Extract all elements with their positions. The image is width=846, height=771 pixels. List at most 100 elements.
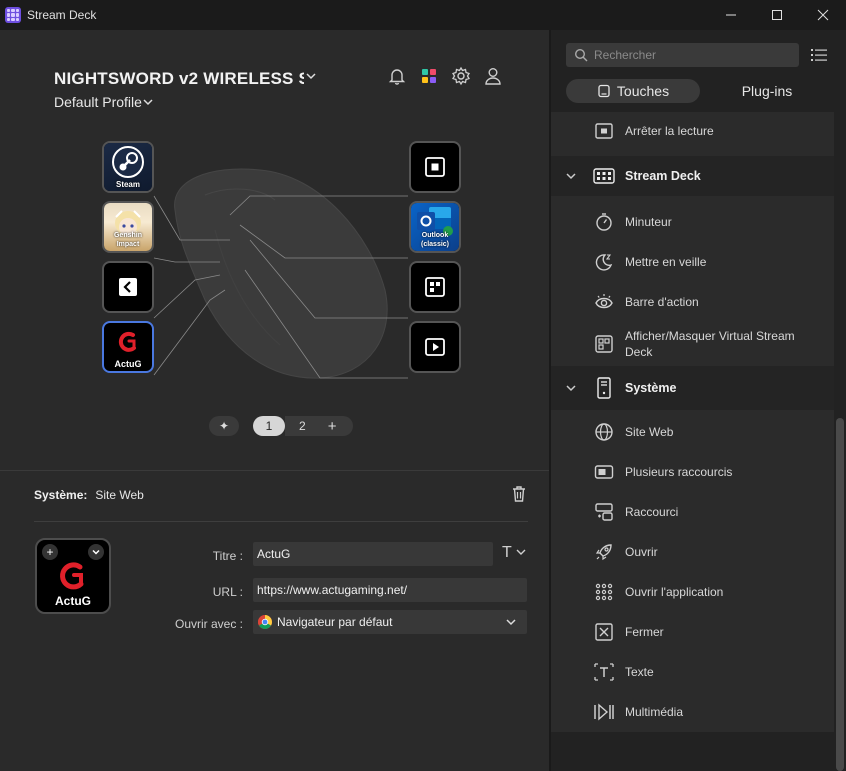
search-input[interactable] <box>594 48 784 62</box>
key-label: Genshin Impact <box>113 232 142 248</box>
sleep-icon <box>593 251 615 273</box>
tab-touches[interactable]: Touches <box>566 79 700 103</box>
page-1-button[interactable]: 1 <box>253 416 285 436</box>
close-button[interactable] <box>800 0 846 30</box>
trash-icon[interactable] <box>510 485 528 503</box>
tab-plugins[interactable]: Plug-ins <box>700 79 834 103</box>
title-input-field[interactable] <box>257 547 493 561</box>
maximize-button[interactable] <box>754 0 800 30</box>
profile-selector[interactable]: Default Profile <box>54 94 142 110</box>
key-media[interactable] <box>409 321 461 373</box>
key-tab-icon <box>598 84 610 98</box>
list-item-label: Ouvrir <box>625 545 658 559</box>
list-item-timer[interactable]: Minuteur <box>551 202 834 242</box>
category-stream-deck[interactable]: Stream Deck <box>551 156 834 196</box>
search-icon <box>574 48 588 62</box>
key-outlook[interactable]: Outlook (classic) <box>409 201 461 253</box>
minimize-icon <box>726 14 736 16</box>
open-with-label: Ouvrir avec : <box>174 617 243 631</box>
eye-icon <box>593 291 615 313</box>
text-icon <box>593 661 615 683</box>
chevron-down-icon <box>92 549 100 555</box>
list-item-label: Ouvrir l'application <box>625 585 724 599</box>
pin-page-button[interactable]: ✦ <box>209 416 239 436</box>
url-input-field[interactable] <box>257 583 527 597</box>
url-label: URL : <box>212 585 243 599</box>
stream-deck-icon <box>593 165 615 187</box>
search-box[interactable] <box>566 43 799 67</box>
category-systeme[interactable]: Système <box>551 366 834 410</box>
key-label: Steam <box>115 180 140 189</box>
apps-grid-icon <box>593 581 615 603</box>
list-item-open[interactable]: Ouvrir <box>551 532 834 572</box>
key-actug[interactable]: ActuG <box>102 321 154 373</box>
key-stop[interactable] <box>409 141 461 193</box>
chevron-down-icon[interactable] <box>305 70 317 82</box>
list-item-action-bar[interactable]: Barre d'action <box>551 282 834 322</box>
virtual-deck-icon <box>593 333 615 355</box>
action-name: Site Web <box>95 488 144 502</box>
chevron-down-icon <box>506 619 516 626</box>
stop-icon <box>425 157 445 177</box>
list-item-label: Texte <box>625 665 654 679</box>
list-item-label: Arrêter la lecture <box>625 124 714 138</box>
globe-icon <box>593 421 615 443</box>
list-view-icon[interactable] <box>810 47 828 63</box>
add-page-button[interactable]: + <box>328 418 337 435</box>
actug-icon <box>60 562 84 590</box>
list-item-open-app[interactable]: Ouvrir l'application <box>551 572 834 612</box>
user-icon[interactable] <box>481 64 505 88</box>
key-preview[interactable]: + ActuG <box>35 538 111 614</box>
chevron-down-icon <box>566 385 576 392</box>
list-item-stop-playback[interactable]: Arrêter la lecture <box>551 112 834 150</box>
marketplace-icon[interactable] <box>417 64 441 88</box>
maximize-icon <box>772 10 782 20</box>
minimize-button[interactable] <box>708 0 754 30</box>
list-item-website[interactable]: Site Web <box>551 412 834 452</box>
title-format-button[interactable]: T <box>502 544 526 562</box>
window-title: Stream Deck <box>27 8 97 22</box>
media-icon <box>425 338 445 356</box>
chevron-down-icon[interactable] <box>142 96 154 108</box>
key-virtual-deck[interactable] <box>409 261 461 313</box>
open-with-value: Navigateur par défaut <box>277 615 393 629</box>
actions-sidebar: Touches Plug-ins Arrêter la lecture Stre… <box>551 30 846 771</box>
list-item-label: Afficher/Masquer Virtual Stream Deck <box>625 329 795 359</box>
category-label: Stream Deck <box>625 169 701 183</box>
actug-icon <box>118 331 136 352</box>
list-item-sleep[interactable]: Mettre en veille <box>551 242 834 282</box>
page-2-button[interactable]: 2 + <box>285 416 353 436</box>
url-input[interactable] <box>253 578 527 602</box>
divider <box>0 470 549 471</box>
system-icon <box>593 377 615 399</box>
back-icon <box>119 278 137 296</box>
list-item-label: Fermer <box>625 625 664 639</box>
list-item-multi-hotkey[interactable]: Plusieurs raccourcis <box>551 452 834 492</box>
multi-hotkey-icon <box>593 461 615 483</box>
bell-icon[interactable] <box>385 64 409 88</box>
action-category: Système: <box>34 488 88 502</box>
rocket-icon <box>593 541 615 563</box>
key-steam[interactable]: Steam <box>102 141 154 193</box>
text-format-icon: T <box>502 544 512 561</box>
device-name[interactable]: NIGHTSWORD v2 WIRELESS SE <box>54 69 304 89</box>
scrollbar-thumb[interactable] <box>836 418 844 771</box>
key-back[interactable] <box>102 261 154 313</box>
key-genshin[interactable]: Genshin Impact <box>102 201 154 253</box>
chrome-icon <box>258 615 272 629</box>
key-label: Outlook (classic) <box>420 232 450 248</box>
stop-playback-icon <box>593 120 615 142</box>
gear-icon[interactable] <box>449 64 473 88</box>
list-item-virtual-deck[interactable]: Afficher/Masquer Virtual Stream Deck <box>551 322 834 366</box>
list-item-hotkey[interactable]: Raccourci <box>551 492 834 532</box>
category-label: Système <box>625 381 677 395</box>
list-item-label: Minuteur <box>625 215 672 229</box>
list-item-text[interactable]: Texte <box>551 652 834 692</box>
list-item-label: Plusieurs raccourcis <box>625 465 733 479</box>
list-item-multimedia[interactable]: Multimédia <box>551 692 834 732</box>
list-item-close[interactable]: Fermer <box>551 612 834 652</box>
list-item-label: Multimédia <box>625 705 684 719</box>
title-input[interactable] <box>253 542 493 566</box>
virtual-deck-icon <box>425 277 445 297</box>
open-with-select[interactable]: Navigateur par défaut <box>253 610 527 634</box>
